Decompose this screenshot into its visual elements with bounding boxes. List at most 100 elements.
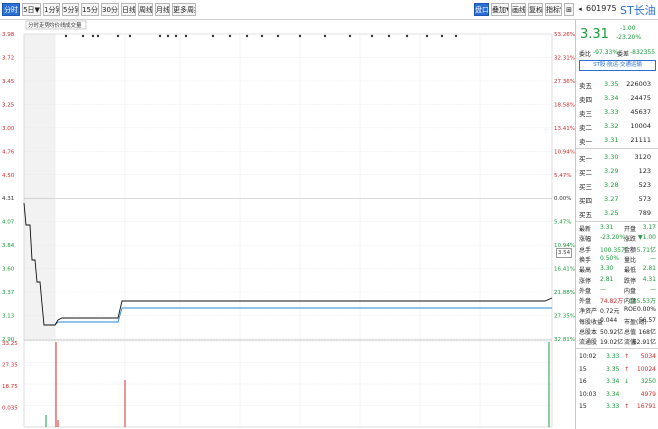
price-label: 3.25 bbox=[2, 102, 15, 108]
diff-value: -832355 bbox=[630, 49, 656, 56]
stat-label: 外盘 bbox=[579, 298, 592, 306]
event-marker bbox=[184, 34, 188, 38]
ob-label: 卖二 bbox=[579, 124, 592, 132]
ob-price: 3.25 bbox=[604, 209, 619, 217]
event-marker bbox=[298, 34, 302, 38]
stat-label: 总手 bbox=[579, 246, 592, 254]
stat-row: 总手 100.35万 金额 5.71亿 bbox=[576, 244, 658, 254]
price-box: 3.31 -1.00 -23.20% bbox=[576, 22, 658, 48]
pct-label: 53.26% bbox=[554, 32, 575, 38]
tab-daily[interactable]: 日线 bbox=[121, 3, 136, 16]
ob-label: 买一 bbox=[579, 155, 592, 163]
tab-30min[interactable]: 30分钟 bbox=[101, 3, 119, 16]
stat-label: 内盘 bbox=[624, 287, 637, 295]
price-change-pct: -23.20% bbox=[616, 34, 642, 41]
stat-label: 总值 bbox=[624, 329, 637, 336]
tab-more-periods[interactable]: 更多周期▼ bbox=[172, 3, 196, 16]
stat-value: — bbox=[650, 285, 656, 293]
stat-row: 流通股 19.02亿 流值 62.91亿 bbox=[576, 336, 658, 346]
draw-button[interactable]: 画线 bbox=[511, 3, 526, 16]
event-marker bbox=[276, 34, 280, 38]
sell-level: 卖四 3.34 24475 bbox=[576, 92, 658, 105]
stat-label: 金额 bbox=[624, 246, 637, 254]
ob-volume: 10004 bbox=[630, 122, 651, 130]
stat-value: 0.044 bbox=[600, 316, 618, 324]
indicator-button[interactable]: 指标▼ bbox=[545, 3, 562, 16]
quote-panel: 3.31 -1.00 -23.20% 委比 -97.33% 委差 -832355… bbox=[575, 20, 658, 429]
tick-time: 15 bbox=[579, 365, 587, 373]
stat-value: 4.31 bbox=[642, 275, 656, 283]
buy-level: 买三 3.28 523 bbox=[576, 179, 658, 192]
order-ratio-row: 委比 -97.33% 委差 -832355 bbox=[576, 48, 658, 58]
chart-canvas[interactable]: 分时走势 均价线 成交量 3.98 3.72 3.45 3.25 3.00 4.76 4.5… bbox=[0, 20, 575, 429]
ob-price: 3.33 bbox=[604, 108, 619, 116]
tick-volume: 10024 bbox=[636, 365, 656, 373]
stat-value: 50.92亿 bbox=[600, 329, 624, 336]
tick-direction: ↑ bbox=[624, 365, 630, 373]
ratio-label: 委比 bbox=[579, 51, 592, 58]
stat-row: 涨幅 -23.20% 涨跌 ▼1.00 bbox=[576, 233, 658, 244]
pct-axis-labels: 53.26% 32.31% 27.36% 18.58% 13.41% 10.94% 5.47… bbox=[554, 32, 575, 343]
ob-price: 3.35 bbox=[604, 80, 619, 88]
event-marker bbox=[166, 34, 170, 38]
ob-label: 卖四 bbox=[579, 96, 592, 104]
ob-label: 买五 bbox=[579, 211, 592, 219]
panel-button[interactable]: 盘口 bbox=[474, 3, 489, 16]
event-marker bbox=[228, 34, 232, 38]
tab-1min[interactable]: 1分钟 bbox=[43, 3, 60, 16]
event-marker bbox=[260, 34, 264, 38]
stat-value: 100.35万 bbox=[600, 246, 627, 254]
event-marker bbox=[348, 34, 352, 38]
stat-value: -23.20% bbox=[600, 234, 626, 242]
price-label: 3.00 bbox=[2, 126, 15, 132]
stat-row: 每股收益 0.044 市盈(动) 56.57 bbox=[576, 316, 658, 326]
event-marker bbox=[245, 34, 249, 38]
stat-label: 净资产 bbox=[579, 308, 598, 316]
buy-level: 买四 3.27 573 bbox=[576, 193, 658, 206]
price-label: 3.72 bbox=[2, 55, 14, 61]
ob-volume: 226003 bbox=[626, 80, 651, 88]
tick-volume: 3250 bbox=[640, 378, 656, 385]
ob-label: 买二 bbox=[579, 169, 592, 177]
stat-row: 最高 3.30 最低 2.81 bbox=[576, 264, 658, 274]
layout-icon[interactable]: ⊞ bbox=[564, 3, 574, 16]
tab-15min[interactable]: 15分钟 bbox=[81, 3, 99, 16]
event-marker bbox=[81, 34, 85, 38]
legend-volume: 成交量 bbox=[65, 21, 82, 29]
chart-legend: 分时走势 均价线 成交量 bbox=[28, 21, 82, 29]
stat-label: 最新 bbox=[579, 226, 592, 233]
ob-label: 买三 bbox=[579, 183, 592, 191]
overlay-button[interactable]: 叠加▼ bbox=[491, 3, 509, 16]
tab-monthly[interactable]: 月线 bbox=[155, 3, 170, 16]
event-marker bbox=[128, 34, 132, 38]
stat-value: 168亿 bbox=[638, 329, 656, 336]
stat-label: 开盘 bbox=[624, 226, 637, 233]
volume-bars bbox=[45, 342, 550, 427]
last-price: 3.31 bbox=[580, 27, 609, 42]
stock-code: 601975 bbox=[586, 4, 617, 13]
tab-5day[interactable]: 5日▼ bbox=[22, 3, 41, 16]
tick-row: 16 3.34 ↓ 3250 bbox=[576, 376, 658, 387]
divider bbox=[576, 221, 658, 222]
tick-time: 10:02 bbox=[579, 353, 597, 360]
sell-level: 卖三 3.33 45637 bbox=[576, 106, 658, 119]
tab-intraday[interactable]: 分时 bbox=[2, 3, 20, 16]
adjust-button[interactable]: 复权 bbox=[528, 3, 543, 16]
volume-label: 33.25 bbox=[2, 341, 18, 347]
tab-weekly[interactable]: 周线 bbox=[138, 3, 153, 16]
stat-value: 0.72元 bbox=[600, 308, 620, 316]
ob-price: 3.29 bbox=[604, 167, 619, 175]
stat-label: 涨跌 bbox=[624, 236, 637, 244]
theme-button[interactable]: ST股·航运·交通运输 bbox=[579, 60, 656, 71]
tab-5min[interactable]: 5分钟 bbox=[62, 3, 79, 16]
ob-volume: 523 bbox=[638, 181, 651, 189]
ob-price: 3.31 bbox=[604, 136, 619, 144]
price-change: -1.00 bbox=[620, 25, 636, 32]
event-marker bbox=[96, 34, 100, 38]
tick-price: 3.34 bbox=[606, 378, 620, 385]
sell-level: 卖五 3.35 226003 bbox=[576, 78, 658, 91]
prev-stock-icon[interactable]: ◂ bbox=[576, 3, 584, 16]
intraday-chart[interactable]: 分时走势 均价线 成交量 3.98 3.72 3.45 3.25 3.00 4.76 4.5… bbox=[0, 20, 575, 429]
stat-label: 外盘 bbox=[579, 287, 592, 295]
stat-value: 74.82万 bbox=[600, 298, 624, 306]
